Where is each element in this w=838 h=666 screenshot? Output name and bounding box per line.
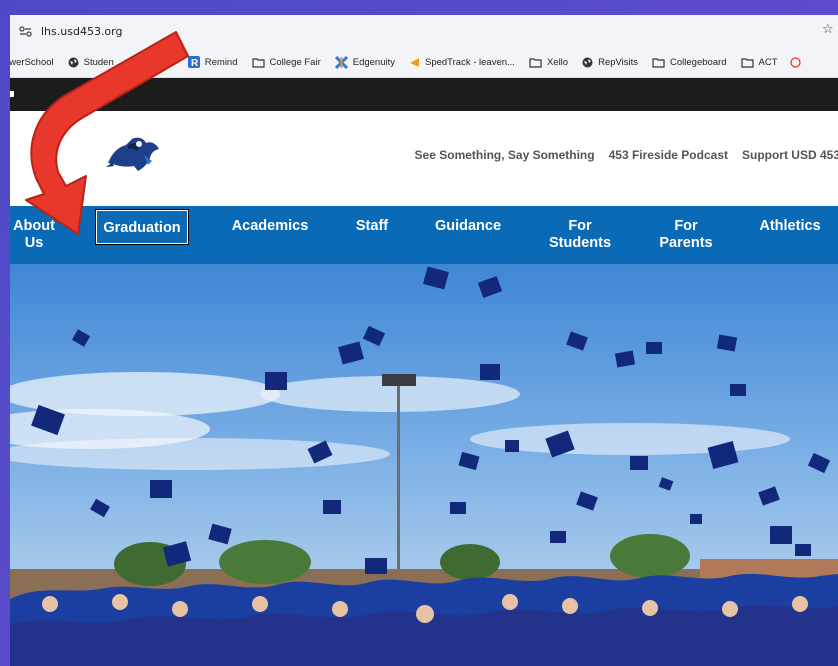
bookmark-powerschool[interactable]: owerSchool bbox=[10, 57, 54, 68]
folder-icon bbox=[652, 57, 665, 68]
address-bar[interactable]: lhs.usd453.org ☆ bbox=[10, 15, 838, 47]
nav-for-students[interactable]: For Students bbox=[540, 218, 620, 252]
browser-window: lhs.usd453.org ☆ owerSchool Studen R Rem… bbox=[10, 15, 838, 666]
folder-icon bbox=[529, 57, 542, 68]
nav-graduation[interactable]: Graduation bbox=[95, 209, 189, 245]
bookmark-student[interactable]: Studen bbox=[68, 57, 114, 68]
nav-label: Academics bbox=[231, 218, 309, 234]
bookmark-label: Edgenuity bbox=[352, 56, 395, 68]
spedtrack-icon bbox=[409, 57, 420, 68]
nav-label: Staff bbox=[355, 218, 389, 234]
mascot-logo-icon[interactable] bbox=[104, 133, 162, 173]
utility-links: See Something, Say Something 453 Firesid… bbox=[401, 148, 838, 162]
nav-label: Students bbox=[548, 235, 612, 251]
nav-about-us[interactable]: About Us bbox=[11, 218, 57, 252]
nav-for-parents[interactable]: For Parents bbox=[648, 218, 724, 252]
site-info-icon[interactable] bbox=[18, 24, 32, 38]
link-see-something[interactable]: See Something, Say Something bbox=[415, 148, 595, 162]
bookmark-college-fair[interactable]: College Fair bbox=[251, 56, 321, 68]
nav-label: Us bbox=[24, 235, 44, 251]
nav-academics[interactable]: Academics bbox=[220, 218, 320, 235]
bookmark-label: Studen bbox=[83, 56, 114, 68]
url-text[interactable]: lhs.usd453.org bbox=[41, 25, 122, 38]
nav-label: Parents bbox=[659, 235, 713, 251]
nav-label: Guidance bbox=[434, 218, 502, 234]
strip-marker bbox=[10, 91, 14, 97]
bookmark-edgenuity[interactable]: Edgenuity bbox=[334, 55, 395, 69]
hero-image bbox=[10, 264, 838, 666]
folder-icon bbox=[740, 57, 754, 68]
bookmark-star-icon[interactable]: ☆ bbox=[822, 23, 836, 37]
nav-staff[interactable]: Staff bbox=[344, 218, 400, 235]
bookmark-act[interactable]: ACT bbox=[740, 56, 806, 68]
bookmark-label: owerSchool bbox=[10, 56, 54, 68]
globe-icon bbox=[582, 57, 593, 68]
nav-guidance[interactable]: Guidance bbox=[422, 218, 514, 235]
bookmark-label: College Fair bbox=[269, 56, 321, 68]
remind-icon: R bbox=[187, 56, 200, 68]
link-fireside-podcast[interactable]: 453 Fireside Podcast bbox=[609, 148, 728, 162]
bookmark-label: SpedTrack - leaven... bbox=[425, 56, 515, 68]
bookmark-repvisits[interactable]: RepVisits bbox=[582, 57, 638, 68]
edgenuity-icon bbox=[334, 55, 348, 69]
nav-label: Athletics bbox=[759, 218, 821, 234]
main-nav: About Us Graduation Academics Staff Guid… bbox=[10, 206, 838, 264]
nav-athletics[interactable]: Athletics bbox=[748, 218, 832, 235]
nav-label: About bbox=[13, 218, 55, 234]
bookmark-label: RepVisits bbox=[598, 56, 639, 68]
nav-label: For bbox=[568, 218, 592, 234]
bookmarks-bar: owerSchool Studen R Remind College Fair … bbox=[10, 47, 838, 78]
clock-icon bbox=[789, 56, 801, 68]
bookmark-label: Remind bbox=[204, 56, 238, 68]
site-top-strip bbox=[10, 78, 838, 111]
link-support-usd[interactable]: Support USD 453 bbox=[742, 148, 838, 162]
bookmark-remind[interactable]: R Remind bbox=[187, 56, 238, 68]
bookmark-label: Xello bbox=[546, 56, 569, 68]
nav-label: For bbox=[674, 218, 698, 234]
bookmark-collegeboard[interactable]: Collegeboard bbox=[652, 57, 727, 68]
nav-label: Graduation bbox=[103, 220, 181, 236]
bookmark-label: ACT bbox=[758, 56, 778, 68]
site-header: See Something, Say Something 453 Firesid… bbox=[10, 111, 838, 206]
bookmark-spedtrack[interactable]: SpedTrack - leaven... bbox=[409, 57, 515, 68]
bookmark-label: Collegeboard bbox=[670, 56, 727, 68]
bookmark-xello[interactable]: Xello bbox=[529, 57, 568, 68]
folder-icon bbox=[251, 57, 265, 68]
svg-text:R: R bbox=[191, 58, 199, 68]
globe-icon bbox=[68, 57, 79, 68]
